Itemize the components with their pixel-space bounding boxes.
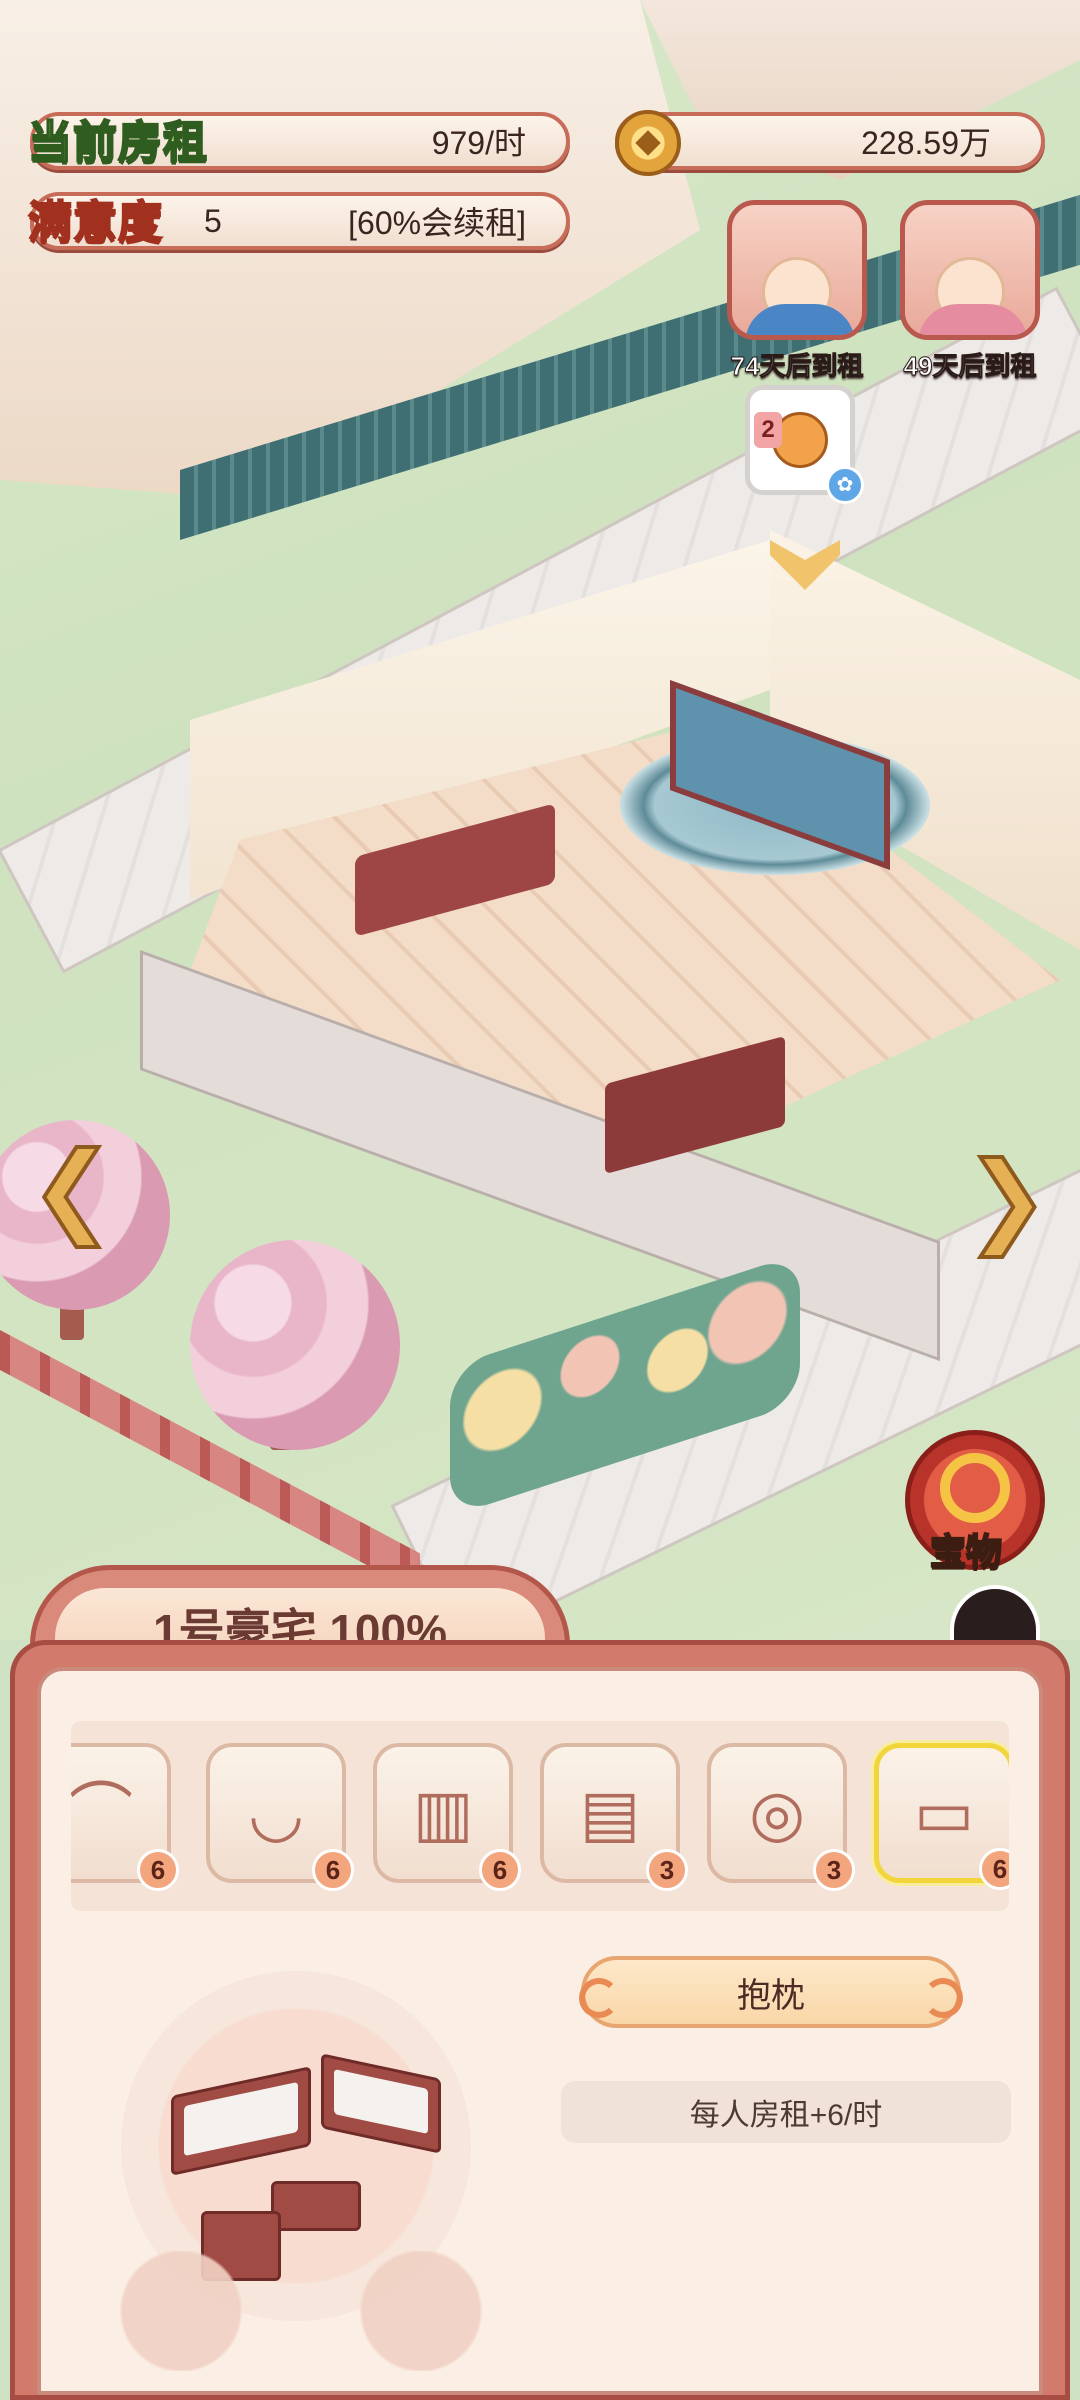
furniture-slot[interactable]: ▥ 6: [373, 1743, 521, 1891]
tenant-card[interactable]: 49天后到租: [895, 200, 1045, 383]
slot-count-badge: 3: [646, 1849, 688, 1891]
copper-coin-icon: [615, 110, 681, 176]
stool-icon: ▥: [412, 1777, 474, 1849]
round-mirror-icon: ◎: [749, 1777, 805, 1849]
tenant-robe: [745, 304, 855, 335]
tenant-arrival-text: 49天后到租: [903, 351, 1037, 382]
tenant-portrait[interactable]: [900, 200, 1040, 340]
furniture-panel: ⌒ 6 ◡ 6 ▥ 6 ▤ 3 ◎ 3 ▭ 6 抱枕 每人房租+6/时: [10, 1640, 1070, 2400]
bench-icon: ▭: [913, 1777, 975, 1849]
chaise-icon: ⌒: [71, 1777, 133, 1849]
paw-icon: ✿: [826, 466, 864, 504]
satisfaction-value: 5: [204, 202, 222, 239]
furniture-slot-selected[interactable]: ▭ 6: [874, 1743, 1009, 1890]
satisfaction-label: 满意度: [27, 196, 163, 249]
slot-count-badge: 6: [137, 1849, 179, 1891]
tenant-card[interactable]: 74天后到租: [722, 200, 872, 383]
blossom-tree: [190, 1240, 400, 1450]
treasure-label: 宝物: [929, 1530, 1003, 1574]
satisfaction-bar: 满意度 5 [60%会续租]: [27, 192, 570, 250]
furniture-slot[interactable]: ◎ 3: [707, 1743, 855, 1891]
furniture-slot[interactable]: ◡ 6: [206, 1743, 354, 1891]
pet-count: 2: [754, 412, 782, 448]
furniture-panel-body: ⌒ 6 ◡ 6 ▥ 6 ▤ 3 ◎ 3 ▭ 6 抱枕 每人房租+6/时: [37, 1667, 1043, 2395]
bathtub-icon: ◡: [248, 1777, 304, 1849]
slot-count-badge: 6: [979, 1848, 1009, 1890]
slot-count-badge: 3: [813, 1849, 855, 1891]
arrow-right-icon: ❯: [963, 1141, 1051, 1257]
screen-icon: ▤: [579, 1777, 641, 1849]
tenant-arrival-text: 74天后到租: [730, 351, 864, 382]
item-name-plate: 抱枕: [579, 1956, 963, 2028]
money-bar: 228.59万: [615, 110, 1045, 176]
tenant-portrait[interactable]: [727, 200, 867, 340]
item-effect-box: 每人房租+6/时: [561, 2081, 1011, 2143]
tea-table-icon: [271, 2181, 361, 2231]
slot-count-badge: 6: [312, 1849, 354, 1891]
rent-value: 979/时: [431, 125, 526, 161]
cloud-ornament: [101, 2251, 501, 2371]
item-effect: 每人房租+6/时: [689, 2099, 883, 2132]
sofa-icon: [171, 2066, 311, 2176]
furniture-slot[interactable]: ⌒ 6: [71, 1743, 179, 1891]
item-name: 抱枕: [737, 1976, 805, 2015]
rent-label: 当前房租: [27, 116, 208, 169]
treasure-button[interactable]: 宝物: [905, 1430, 1045, 1574]
swirl-ornament-icon: [923, 1978, 963, 2018]
next-room-button[interactable]: ❯: [945, 1140, 1065, 1280]
slot-count-badge: 6: [479, 1849, 521, 1891]
key-icon: [940, 1453, 1010, 1523]
sofa-icon: [321, 2053, 441, 2154]
money-value: 228.59万: [861, 125, 991, 161]
pet-badge[interactable]: 2 ✿: [745, 385, 864, 504]
furniture-item-strip[interactable]: ⌒ 6 ◡ 6 ▥ 6 ▤ 3 ◎ 3 ▭ 6: [71, 1721, 1009, 1911]
tenant-robe: [918, 304, 1028, 335]
swirl-ornament-icon: [579, 1978, 619, 2018]
satisfaction-note: [60%会续租]: [348, 205, 526, 241]
tenant-face-icon: [745, 257, 855, 335]
furniture-slot[interactable]: ▤ 3: [540, 1743, 688, 1891]
rent-bar: 当前房租 979/时: [27, 112, 570, 170]
prev-room-button[interactable]: ❮: [20, 1130, 140, 1270]
arrow-left-icon: ❮: [28, 1131, 116, 1247]
tenant-face-icon: [918, 257, 1028, 335]
